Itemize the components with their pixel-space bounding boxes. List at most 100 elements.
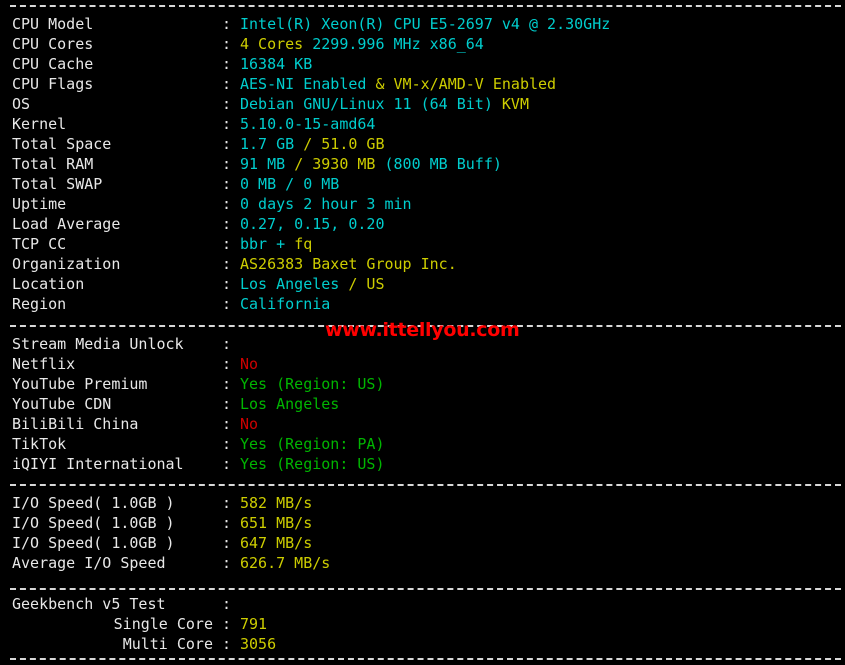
row-value: 582 MB/s <box>240 494 313 512</box>
site-watermark: www.ittellyou.com <box>325 319 520 341</box>
row-colon: : <box>222 415 232 433</box>
info-row: Single Core:791 <box>12 614 267 634</box>
row-colon: : <box>222 455 232 473</box>
info-row: Geekbench v5 Test: <box>12 594 240 614</box>
row-colon: : <box>222 115 232 133</box>
row-value: 0 MB / 0 MB <box>240 175 340 193</box>
row-colon: : <box>222 195 232 213</box>
row-value: California <box>240 295 331 313</box>
info-row: YouTube Premium: Yes (Region: US) <box>12 374 385 394</box>
info-row: CPU Flags: AES-NI Enabled & VM-x/AMD-V En… <box>12 74 556 94</box>
row-label: Uptime <box>12 195 67 213</box>
section-divider-3 <box>10 588 841 590</box>
row-label: Location <box>12 275 85 293</box>
row-label: Stream Media Unlock <box>12 335 184 353</box>
row-value: 4 Cores <box>240 35 313 53</box>
row-label: YouTube CDN <box>12 395 112 413</box>
row-colon: : <box>222 335 232 353</box>
row-label: I/O Speed( 1.0GB ) <box>12 534 175 552</box>
info-row: Total SWAP:0 MB / 0 MB <box>12 174 339 194</box>
row-label: BiliBili China <box>12 415 139 433</box>
row-value: / US <box>348 275 385 293</box>
row-colon: : <box>222 175 232 193</box>
row-label: CPU Model <box>12 15 94 33</box>
row-value: / 3930 MB <box>294 155 385 173</box>
info-row: I/O Speed( 1.0GB ):582 MB/s <box>12 493 312 513</box>
row-colon: : <box>222 635 232 653</box>
row-value: No <box>240 415 259 433</box>
row-value: KVM <box>501 95 529 113</box>
row-value: (800 MB Buff) <box>384 155 502 173</box>
info-row: Region: California <box>12 294 330 314</box>
row-value: AS26383 Baxet Group Inc. <box>240 255 457 273</box>
row-colon: : <box>222 75 232 93</box>
row-colon: : <box>222 295 232 313</box>
row-label: Load Average <box>12 215 121 233</box>
info-row: I/O Speed( 1.0GB ):647 MB/s <box>12 533 312 553</box>
info-row: Average I/O Speed:626.7 MB/s <box>12 553 330 573</box>
row-colon: : <box>222 215 232 233</box>
info-row: TikTok: Yes (Region: PA) <box>12 434 385 454</box>
row-colon: : <box>222 255 232 273</box>
row-label: Total SWAP <box>12 175 103 193</box>
row-label: I/O Speed( 1.0GB ) <box>12 494 175 512</box>
row-label: CPU Cache <box>12 55 94 73</box>
row-value: Yes (Region: US) <box>240 375 385 393</box>
row-colon: : <box>222 155 232 173</box>
row-label: CPU Cores <box>12 35 94 53</box>
row-value: 0 days 2 hour 3 min <box>240 195 412 213</box>
row-value: fq <box>294 235 313 253</box>
row-label: Organization <box>12 255 121 273</box>
row-value: 647 MB/s <box>240 534 313 552</box>
row-value: bbr + <box>240 235 295 253</box>
info-row: CPU Cores:4 Cores 2299.996 MHz x86_64 <box>12 34 484 54</box>
row-colon: : <box>222 595 232 613</box>
row-value: 2299.996 MHz x86_64 <box>312 35 484 53</box>
info-row: I/O Speed( 1.0GB ):651 MB/s <box>12 513 312 533</box>
row-label: TikTok <box>12 435 67 453</box>
info-row: Total RAM:91 MB / 3930 MB (800 MB Buff) <box>12 154 502 174</box>
row-value: 0.27, 0.15, 0.20 <box>240 215 385 233</box>
section-divider-4 <box>10 658 841 660</box>
row-colon: : <box>222 355 232 373</box>
info-row: Uptime:0 days 2 hour 3 min <box>12 194 412 214</box>
row-value: 5.10.0-15-amd64 <box>240 115 376 133</box>
row-value: & VM-x/AMD-V Enabled <box>375 75 557 93</box>
row-label: TCP CC <box>12 235 67 253</box>
row-colon: : <box>222 534 232 552</box>
info-row: CPU Cache:16384 KB <box>12 54 312 74</box>
info-row: Load Average:0.27, 0.15, 0.20 <box>12 214 385 234</box>
row-colon: : <box>222 55 232 73</box>
row-colon: : <box>222 375 232 393</box>
row-value: 1.7 GB <box>240 135 304 153</box>
row-label: Total RAM <box>12 155 94 173</box>
row-label: YouTube Premium <box>12 375 148 393</box>
row-value: Los Angeles <box>240 395 340 413</box>
row-value: No <box>240 355 259 373</box>
row-colon: : <box>222 95 232 113</box>
info-row: BiliBili China: No <box>12 414 258 434</box>
info-row: Location: Los Angeles / US <box>12 274 385 294</box>
row-colon: : <box>222 615 232 633</box>
row-value: Yes (Region: PA) <box>240 435 385 453</box>
row-value: 3056 <box>240 635 277 653</box>
row-label: Kernel <box>12 115 67 133</box>
row-label: I/O Speed( 1.0GB ) <box>12 514 175 532</box>
info-row: OS: Debian GNU/Linux 11 (64 Bit) KVM <box>12 94 529 114</box>
row-colon: : <box>222 494 232 512</box>
row-label: Geekbench v5 Test <box>12 595 166 613</box>
row-colon: : <box>222 135 232 153</box>
row-label: Total Space <box>12 135 112 153</box>
info-row: YouTube CDN: Los Angeles <box>12 394 339 414</box>
row-value: 651 MB/s <box>240 514 313 532</box>
info-row: Total Space:1.7 GB / 51.0 GB <box>12 134 385 154</box>
row-label: CPU Flags <box>12 75 94 93</box>
row-label: iQIYI International <box>12 455 184 473</box>
row-value: Yes (Region: US) <box>240 455 385 473</box>
terminal-output: CPU Model: Intel(R) Xeon(R) CPU E5-2697 v… <box>0 0 845 665</box>
row-value: 626.7 MB/s <box>240 554 331 572</box>
row-value: 91 MB <box>240 155 295 173</box>
row-label: Average I/O Speed <box>12 554 166 572</box>
row-value: Intel(R) Xeon(R) CPU E5-2697 v4 @ 2.30GH… <box>240 15 611 33</box>
info-row: Kernel:5.10.0-15-amd64 <box>12 114 375 134</box>
